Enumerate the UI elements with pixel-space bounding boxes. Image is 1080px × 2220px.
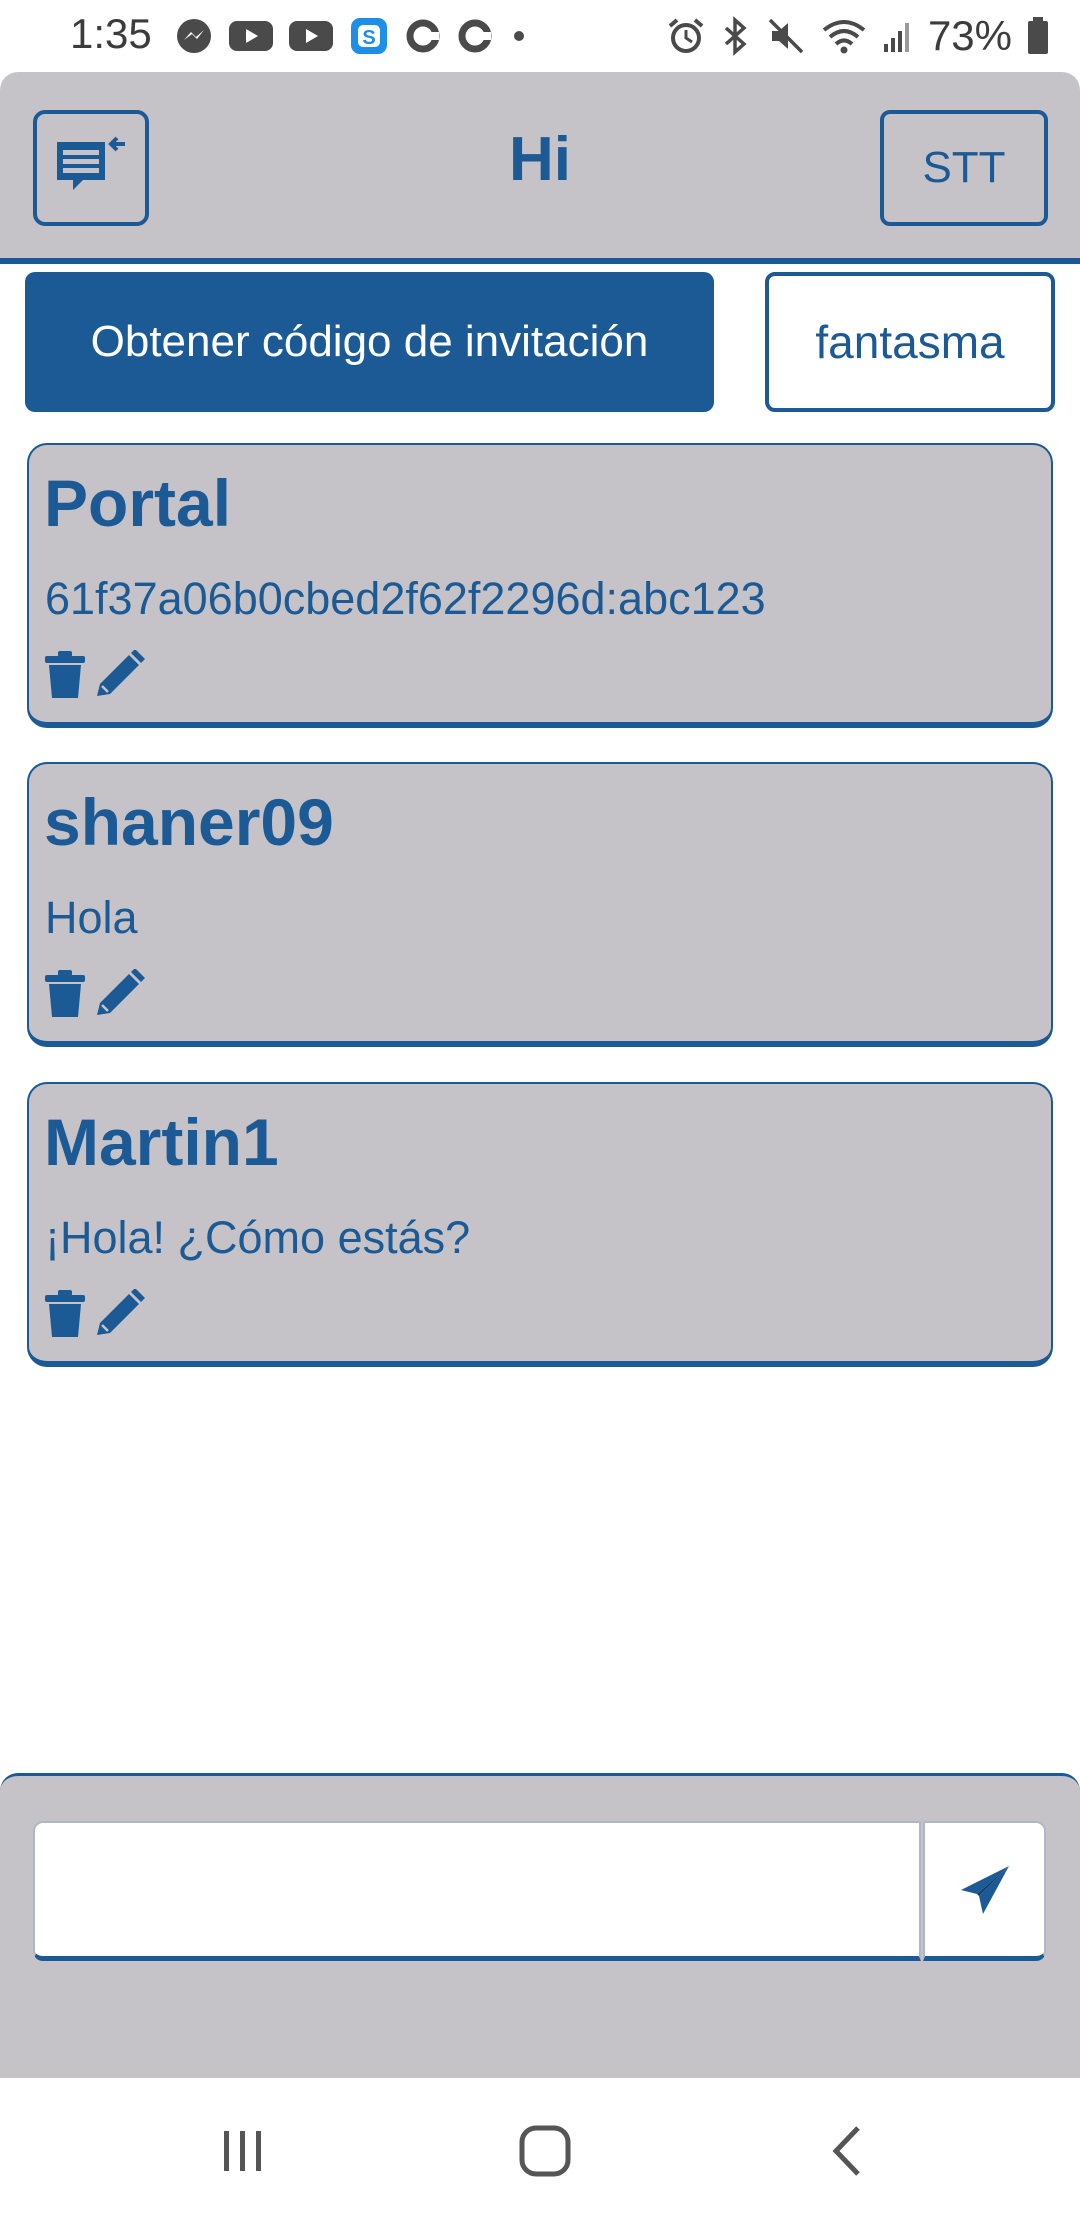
message-actions xyxy=(43,650,145,700)
message-text: 61f37a06b0cbed2f62f2296d:abc123 xyxy=(45,573,766,624)
pencil-icon[interactable] xyxy=(93,1289,145,1339)
pencil-icon[interactable] xyxy=(93,969,145,1019)
trash-icon[interactable] xyxy=(43,1289,87,1339)
system-icons: 73% xyxy=(666,12,1050,60)
message-text: Hola xyxy=(45,892,138,943)
mute-icon xyxy=(768,18,804,54)
message-composer xyxy=(0,1773,1080,2081)
home-icon xyxy=(519,2125,571,2177)
paper-plane-icon xyxy=(960,1865,1009,1914)
message-card: shaner09 Hola xyxy=(27,762,1053,1047)
s-app-icon: S xyxy=(351,18,387,54)
system-nav-bar xyxy=(0,2078,1080,2220)
youtube-icon xyxy=(229,21,273,51)
wifi-icon xyxy=(822,20,866,54)
back-button[interactable] xyxy=(808,2118,888,2184)
ghost-button[interactable]: fantasma xyxy=(765,272,1055,412)
stt-button[interactable]: STT xyxy=(880,110,1048,226)
battery-icon xyxy=(1028,17,1048,54)
notification-icons: S xyxy=(175,16,529,56)
get-invite-code-button[interactable]: Obtener código de invitación xyxy=(25,272,714,412)
recent-apps-button[interactable] xyxy=(203,2118,283,2184)
youtube-icon xyxy=(289,21,333,51)
home-button[interactable] xyxy=(505,2118,585,2184)
message-author: Martin1 xyxy=(44,1105,279,1179)
battery-percent: 73% xyxy=(927,12,1012,59)
message-actions xyxy=(43,969,145,1019)
status-bar: 1:35 S 73% xyxy=(0,0,1080,72)
trash-icon[interactable] xyxy=(43,650,87,700)
messenger-icon xyxy=(177,19,211,53)
bluetooth-icon xyxy=(724,16,747,56)
back-icon xyxy=(832,2126,860,2176)
signal-icon xyxy=(883,23,909,52)
dot-icon xyxy=(514,31,524,41)
send-button[interactable] xyxy=(923,1821,1046,1961)
message-actions xyxy=(43,1289,145,1339)
message-input[interactable] xyxy=(33,1821,921,1961)
trash-icon[interactable] xyxy=(43,969,87,1019)
recent-apps-icon xyxy=(224,2131,261,2171)
c-app-icon xyxy=(458,19,492,53)
message-author: Portal xyxy=(44,466,232,540)
message-card: Martin1 ¡Hola! ¿Cómo estás? xyxy=(27,1082,1053,1367)
app-header: Hi STT xyxy=(0,72,1080,264)
message-text: ¡Hola! ¿Cómo estás? xyxy=(45,1212,471,1263)
message-author: shaner09 xyxy=(44,785,334,859)
svg-text:S: S xyxy=(362,27,375,49)
message-card: Portal 61f37a06b0cbed2f62f2296d:abc123 xyxy=(27,443,1053,728)
alarm-icon xyxy=(668,18,704,53)
pencil-icon[interactable] xyxy=(93,650,145,700)
c-app-icon xyxy=(406,19,440,53)
status-time: 1:35 xyxy=(70,10,152,57)
